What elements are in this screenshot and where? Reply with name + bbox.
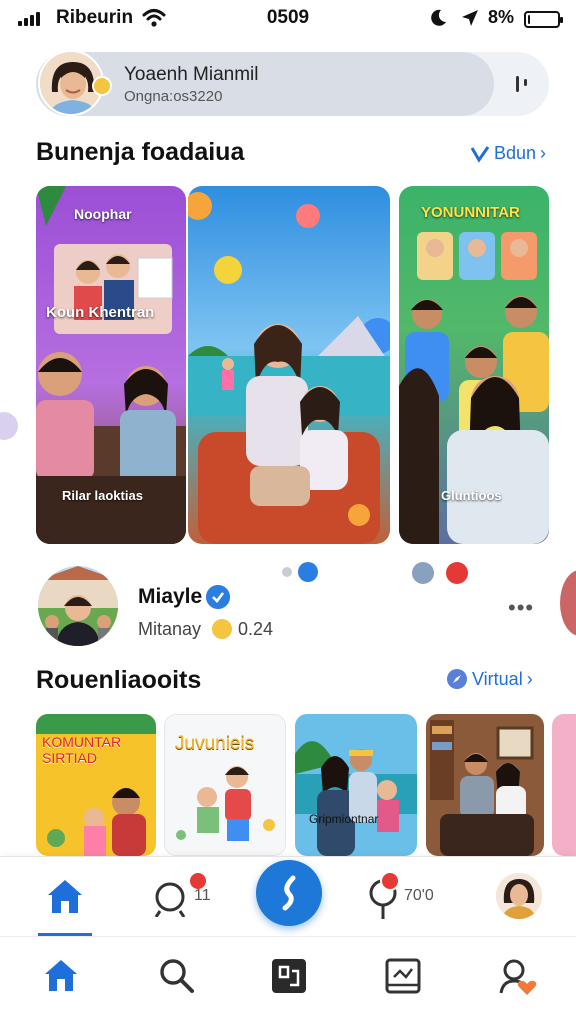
recommended-thumb-3-caption: Gripmiontnar xyxy=(309,812,379,826)
location-badge xyxy=(380,871,400,891)
check-chevron-icon xyxy=(470,145,490,163)
featured-card-3-footer: Gluntioos xyxy=(441,488,502,503)
secondary-tab-bar xyxy=(0,936,576,1024)
featured-see-all-link[interactable]: Bdun › xyxy=(470,143,546,164)
create-button[interactable] xyxy=(256,860,322,926)
recommended-thumb-2[interactable]: Juvunieis xyxy=(164,714,286,856)
previous-card-peek[interactable] xyxy=(0,412,18,440)
carousel-indicator[interactable] xyxy=(282,562,318,582)
creator-subtitle: Mitanay xyxy=(138,619,202,639)
creator-name[interactable]: Miayle xyxy=(138,585,202,609)
featured-card-1[interactable]: Noophar Koun Khentran Rilar laoktias xyxy=(36,186,186,544)
profile-name: Yoaenh Mianmil xyxy=(124,64,259,85)
creator-count: 0.24 xyxy=(238,619,274,639)
search-icon[interactable] xyxy=(158,957,196,995)
chevron-right-icon: › xyxy=(526,668,533,689)
notification-count: 11 xyxy=(194,887,211,904)
battery-icon xyxy=(524,11,563,28)
recommended-thumb-1[interactable]: KOMUNTAR SIRTIAD xyxy=(36,714,156,856)
featured-card-2[interactable] xyxy=(188,186,390,544)
next-creator-peek[interactable] xyxy=(560,570,576,636)
more-options-icon[interactable]: ••• xyxy=(508,595,534,621)
recommended-thumb-2-caption: Juvunieis xyxy=(175,733,255,754)
featured-card-1-footer: Rilar laoktias xyxy=(62,488,143,503)
emoji-icon xyxy=(212,619,232,639)
featured-card-1-caption: Koun Khentran xyxy=(46,304,155,321)
profile-header[interactable]: Yoaenh Mianmil Ongna:os3220 xyxy=(36,50,549,116)
card-actions[interactable] xyxy=(412,562,468,584)
location-count: 70'0 xyxy=(404,887,434,904)
tab-avatar[interactable] xyxy=(496,873,542,919)
battery-percent: 8% xyxy=(488,7,515,27)
home-icon[interactable] xyxy=(44,877,86,915)
featured-section-title: Bunenja foadaiua xyxy=(36,138,245,166)
avatar-status-badge xyxy=(92,76,112,96)
recommended-thumb-3[interactable]: Gripmiontnar xyxy=(295,714,417,856)
featured-card-3-tag: YONUNNITAR xyxy=(421,204,520,221)
recommended-thumb-3-image xyxy=(295,714,417,856)
recommended-thumb-4-image xyxy=(426,714,544,856)
carousel-dot[interactable] xyxy=(282,567,292,577)
featured-link-label: Bdun xyxy=(494,143,537,163)
recommended-thumb-peek[interactable] xyxy=(552,714,576,856)
profile-options-icon[interactable] xyxy=(508,70,536,98)
create-icon xyxy=(282,875,296,911)
creator-avatar[interactable] xyxy=(38,566,118,646)
recommended-see-all-link[interactable]: Virtual › xyxy=(446,668,533,690)
featured-card-1-tag: Noophar xyxy=(74,206,132,222)
featured-card-2-badge xyxy=(348,504,370,526)
status-bar: Ribeurin 0509 8% xyxy=(0,0,576,38)
recommended-thumb-4[interactable] xyxy=(426,714,544,856)
compass-icon xyxy=(447,669,467,689)
chevron-right-icon: › xyxy=(540,143,547,163)
home-icon[interactable] xyxy=(42,957,80,993)
record-icon[interactable] xyxy=(446,562,468,584)
clock-icon[interactable] xyxy=(412,562,434,584)
studio-icon[interactable] xyxy=(270,957,308,995)
image-icon[interactable] xyxy=(384,957,422,995)
profile-heart-icon[interactable] xyxy=(498,957,538,997)
recommended-thumb-1-caption: KOMUNTAR SIRTIAD xyxy=(42,734,122,766)
recommended-link-label: Virtual xyxy=(472,668,523,689)
notification-icon[interactable] xyxy=(150,879,190,917)
carousel-dot-active[interactable] xyxy=(298,562,318,582)
profile-handle: Ongna:os3220 xyxy=(124,88,223,105)
featured-card-2-image xyxy=(188,186,390,544)
featured-card-3[interactable]: YONUNNITAR Gluntioos xyxy=(399,186,549,544)
location-arrow-icon xyxy=(462,10,478,26)
verified-badge-icon xyxy=(206,585,230,609)
recommended-section-title: Rouenliaooits xyxy=(36,666,202,694)
moon-icon xyxy=(431,9,446,26)
